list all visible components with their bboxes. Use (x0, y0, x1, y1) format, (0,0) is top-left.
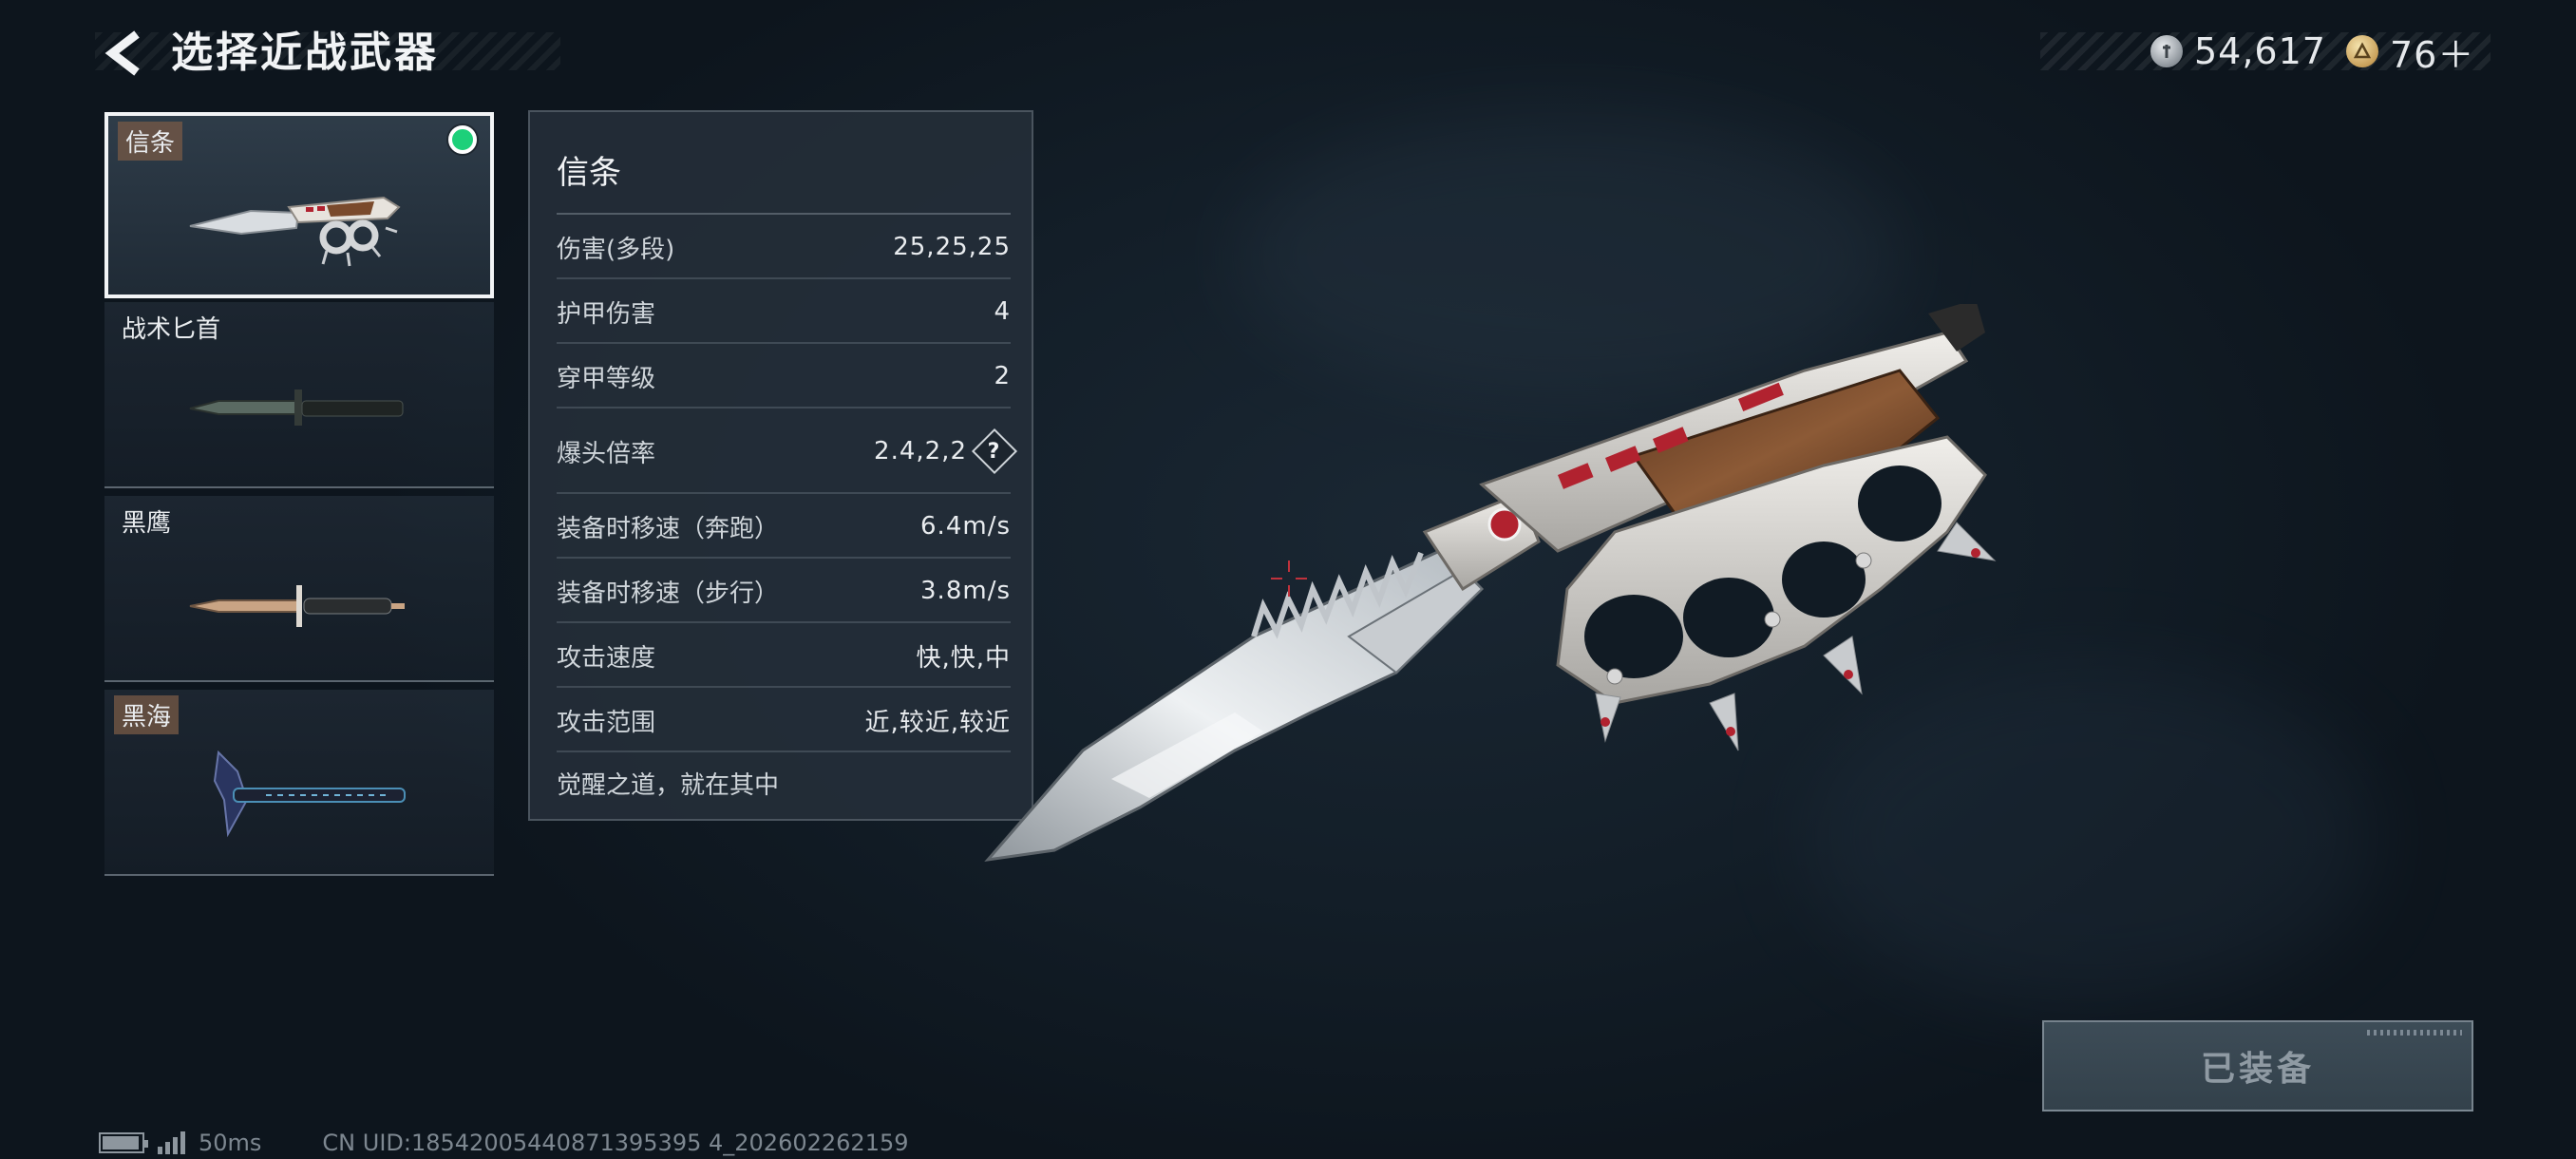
weapon-name: 黑海 (114, 695, 180, 734)
black-hawk-thumbnail (189, 585, 405, 627)
stat-row-move-speed-run: 装备时移速（奔跑） 6.4m/s (557, 496, 1011, 559)
stat-label: 装备时移速（步行） (557, 579, 780, 608)
stat-row-move-speed-walk: 装备时移速（步行） 3.8m/s (557, 560, 1011, 623)
weapon-quote: 觉醒之道，就在其中 (557, 771, 780, 800)
stat-label: 攻击速度 (557, 643, 656, 673)
divider (557, 213, 1011, 215)
weapon-card-tactical-dagger[interactable]: 战术匕首 (104, 302, 494, 488)
status-footer: 50ms CN UID:18542005440871395395 4_20260… (99, 1129, 909, 1157)
weapon-name: 战术匕首 (122, 315, 221, 344)
stats-title: 信条 (557, 154, 621, 192)
button-decoration (2367, 1030, 2462, 1036)
equip-button-label: 已装备 (2200, 1050, 2315, 1089)
stat-row-penetration: 穿甲等级 2 (557, 346, 1011, 408)
stat-value: 25,25,25 (893, 233, 1011, 261)
gold-currency[interactable]: 76＋ (2346, 27, 2474, 76)
knuckle-knife-thumbnail (189, 196, 401, 267)
battery-icon (99, 1132, 148, 1153)
gold-coin-icon (2346, 35, 2378, 67)
tactical-dagger-thumbnail (189, 390, 404, 426)
gold-amount: 76＋ (2390, 33, 2475, 76)
stat-label: 装备时移速（奔跑） (557, 514, 780, 543)
ping-value: 50ms (199, 1130, 262, 1156)
back-button[interactable] (99, 25, 148, 82)
chevron-left-icon (104, 30, 140, 76)
stat-row-armor-damage: 护甲伤害 4 (557, 281, 1011, 344)
stat-label: 攻击范围 (557, 708, 656, 737)
page-title: 选择近战武器 (171, 28, 439, 77)
weapon-card-black-hawk[interactable]: 黑鹰 (104, 496, 494, 682)
stat-row-damage: 伤害(多段) 25,25,25 (557, 217, 1011, 279)
stat-label: 穿甲等级 (557, 364, 656, 393)
weapon-name: 信条 (118, 122, 183, 161)
silver-amount: 54,617 (2194, 30, 2326, 72)
stat-label: 爆头倍率 (557, 439, 656, 468)
knuckle-knife-render (984, 304, 1997, 863)
stat-row-attack-range: 攻击范围 近,较近,较近 (557, 690, 1011, 752)
equipped-indicator-icon (448, 125, 477, 154)
weapon-card-creed[interactable]: 信条 (104, 112, 494, 298)
black-sea-axe-thumbnail (213, 750, 406, 838)
equipped-button[interactable]: 已装备 (2042, 1020, 2473, 1112)
stat-label: 护甲伤害 (557, 299, 656, 329)
stat-row-attack-speed: 攻击速度 快,快,中 (557, 625, 1011, 688)
user-uid: CN UID:18542005440871395395 4_2026022621… (322, 1130, 909, 1156)
stat-row-headshot: 爆头倍率 2.4,2,2 ? (557, 410, 1018, 494)
weapon-card-black-sea[interactable]: 黑海 (104, 690, 494, 876)
stat-label: 伤害(多段) (557, 235, 675, 264)
silver-coin-icon (2150, 35, 2183, 67)
silver-currency[interactable]: 54,617 (2150, 27, 2326, 76)
weapon-name: 黑鹰 (122, 509, 172, 538)
crosshair-icon (1271, 560, 1307, 597)
screen-root: 选择近战武器 54,617 76＋ 信条 战术匕首 黑鹰 黑海 信条 伤害(多段… (0, 0, 2576, 1159)
signal-icon (158, 1131, 185, 1154)
